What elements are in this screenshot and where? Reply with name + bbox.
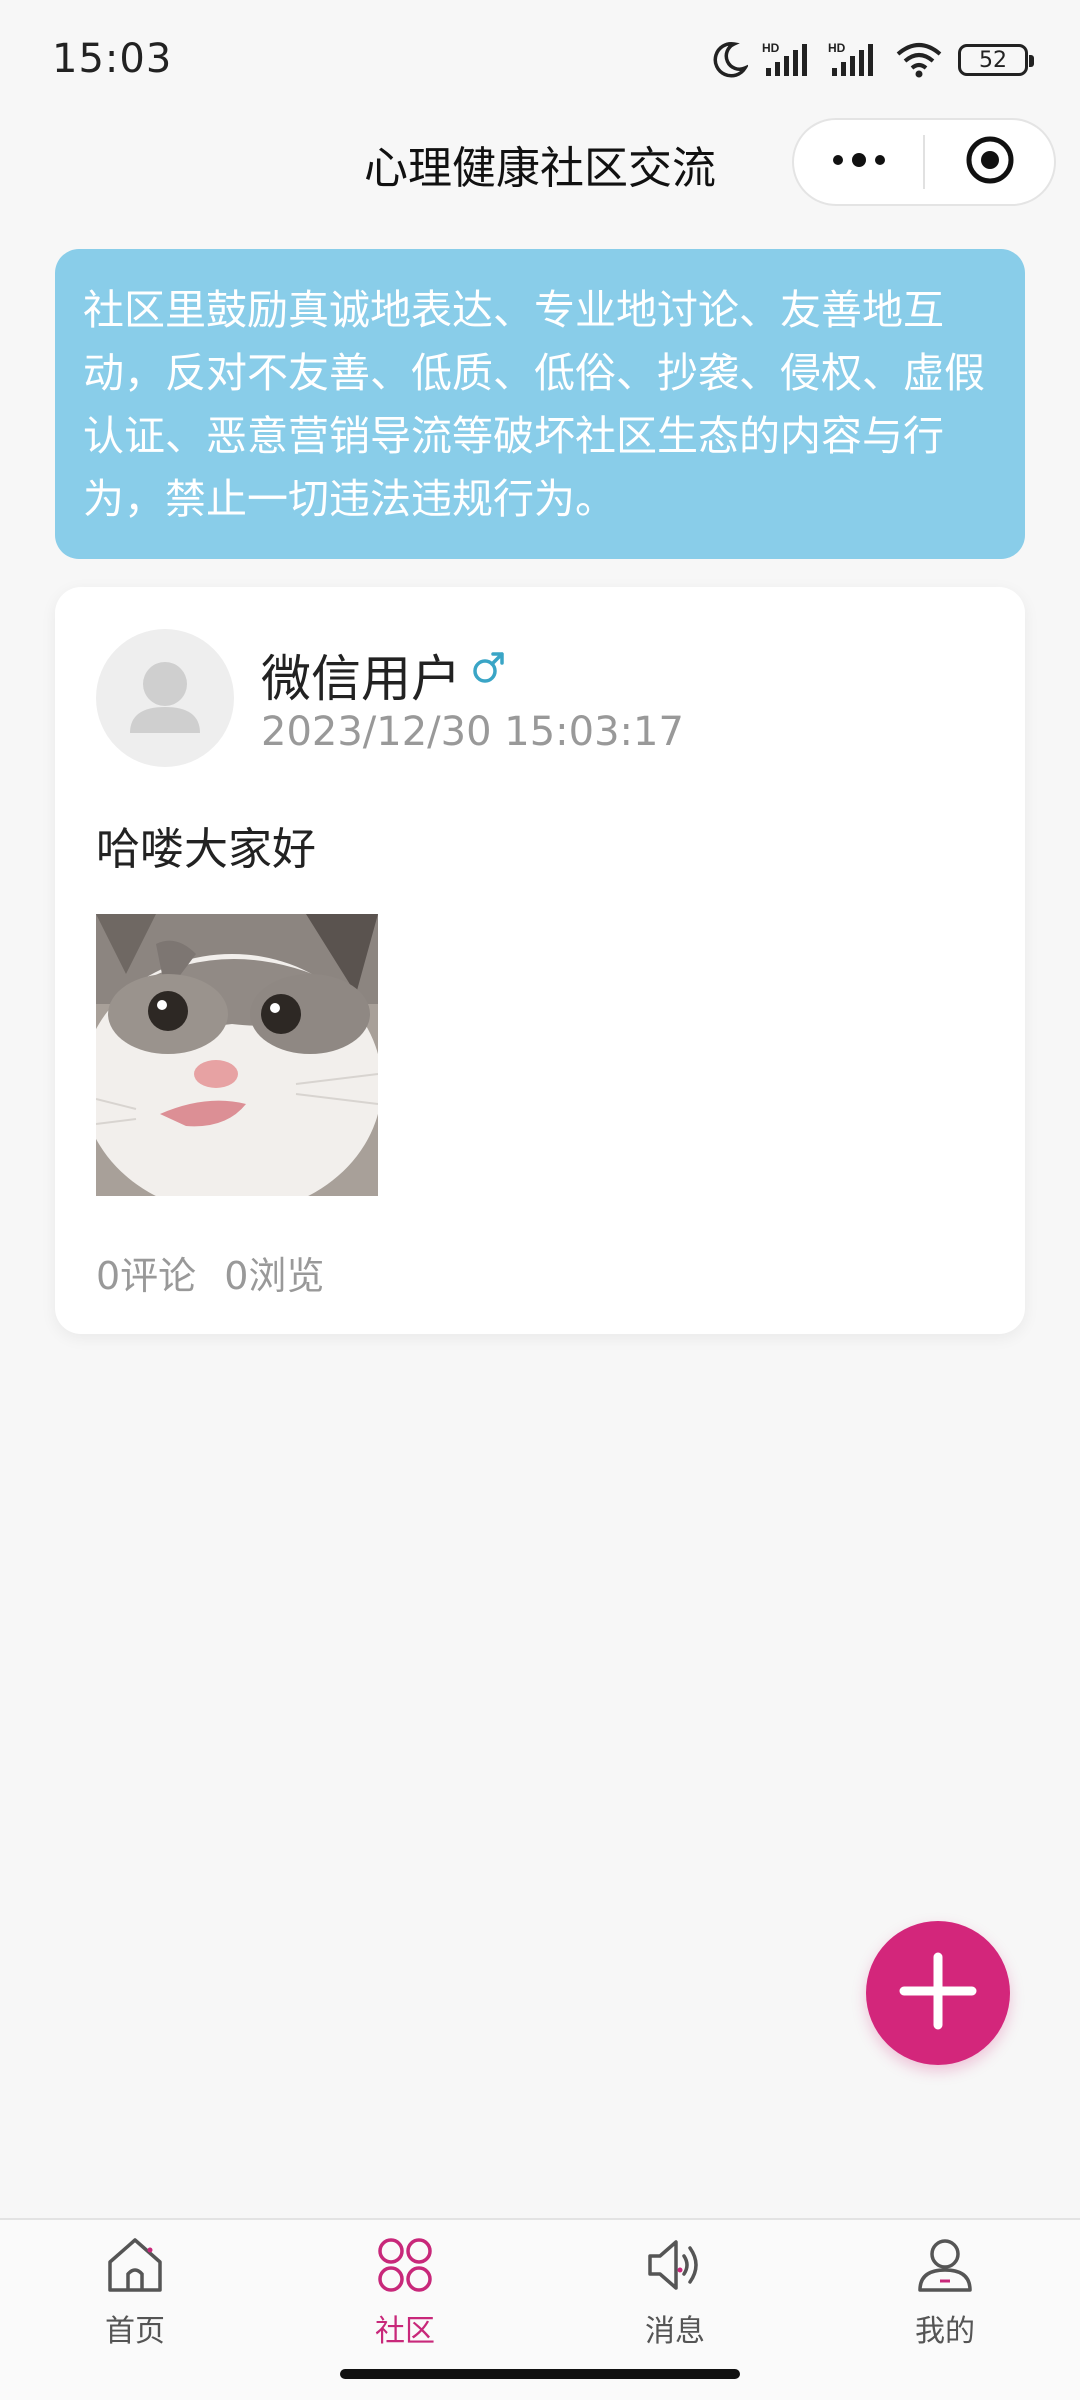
speaker-icon bbox=[644, 2234, 706, 2300]
user-icon bbox=[914, 2234, 976, 2300]
user-name[interactable]: 微信用户 bbox=[261, 639, 461, 711]
target-circle-icon bbox=[965, 135, 1015, 189]
tab-label: 社区 bbox=[375, 2314, 435, 2349]
view-count: 0浏览 bbox=[224, 1254, 325, 1298]
notice-text: 社区里鼓励真诚地表达、专业地讨论、友善地互动，反对不友善、低质、低俗、抄袭、侵权… bbox=[83, 286, 985, 523]
svg-text:HD: HD bbox=[828, 41, 846, 55]
close-button[interactable] bbox=[925, 120, 1054, 204]
post-image[interactable] bbox=[96, 914, 378, 1196]
community-notice: 社区里鼓励真诚地表达、专业地讨论、友善地互动，反对不友善、低质、低俗、抄袭、侵权… bbox=[55, 249, 1025, 559]
default-avatar-icon bbox=[130, 662, 200, 733]
status-bar: 15:03 HD HD 52 bbox=[0, 0, 1080, 120]
more-button[interactable] bbox=[794, 120, 923, 204]
post-card[interactable]: 微信用户 2023/12/30 15:03:17 哈喽大家好 0评论 0浏览 bbox=[55, 587, 1025, 1334]
tab-label: 消息 bbox=[645, 2314, 705, 2349]
post-timestamp: 2023/12/30 15:03:17 bbox=[261, 709, 684, 755]
home-indicator[interactable] bbox=[340, 2369, 740, 2379]
tab-profile[interactable]: 我的 bbox=[810, 2220, 1080, 2400]
comment-count[interactable]: 0评论 bbox=[96, 1245, 196, 1300]
hd-signal-icon: HD bbox=[762, 40, 814, 80]
community-icon bbox=[374, 2234, 436, 2300]
tab-label: 首页 bbox=[105, 2314, 165, 2349]
home-icon bbox=[104, 2234, 166, 2300]
hd-signal-icon: HD bbox=[828, 40, 880, 80]
moon-icon bbox=[712, 41, 748, 79]
mini-program-capsule bbox=[792, 118, 1056, 206]
tab-home[interactable]: 首页 bbox=[0, 2220, 270, 2400]
nav-bar: 心理健康社区交流 bbox=[0, 118, 1080, 206]
cat-photo bbox=[96, 914, 378, 1196]
more-dots-icon bbox=[832, 152, 886, 172]
male-icon bbox=[471, 649, 507, 689]
avatar[interactable] bbox=[96, 629, 234, 767]
battery-icon: 52 bbox=[958, 44, 1034, 76]
post-stats: 0评论 0浏览 bbox=[96, 1245, 324, 1300]
tab-label: 我的 bbox=[915, 2314, 975, 2349]
battery-level: 52 bbox=[979, 47, 1007, 73]
svg-text:HD: HD bbox=[762, 41, 780, 55]
wifi-icon bbox=[894, 40, 944, 80]
status-time: 15:03 bbox=[52, 36, 173, 82]
plus-icon bbox=[898, 1951, 978, 2035]
post-content: 哈喽大家好 bbox=[96, 824, 316, 875]
add-post-button[interactable] bbox=[866, 1921, 1010, 2065]
status-icons: HD HD 52 bbox=[712, 38, 1034, 82]
